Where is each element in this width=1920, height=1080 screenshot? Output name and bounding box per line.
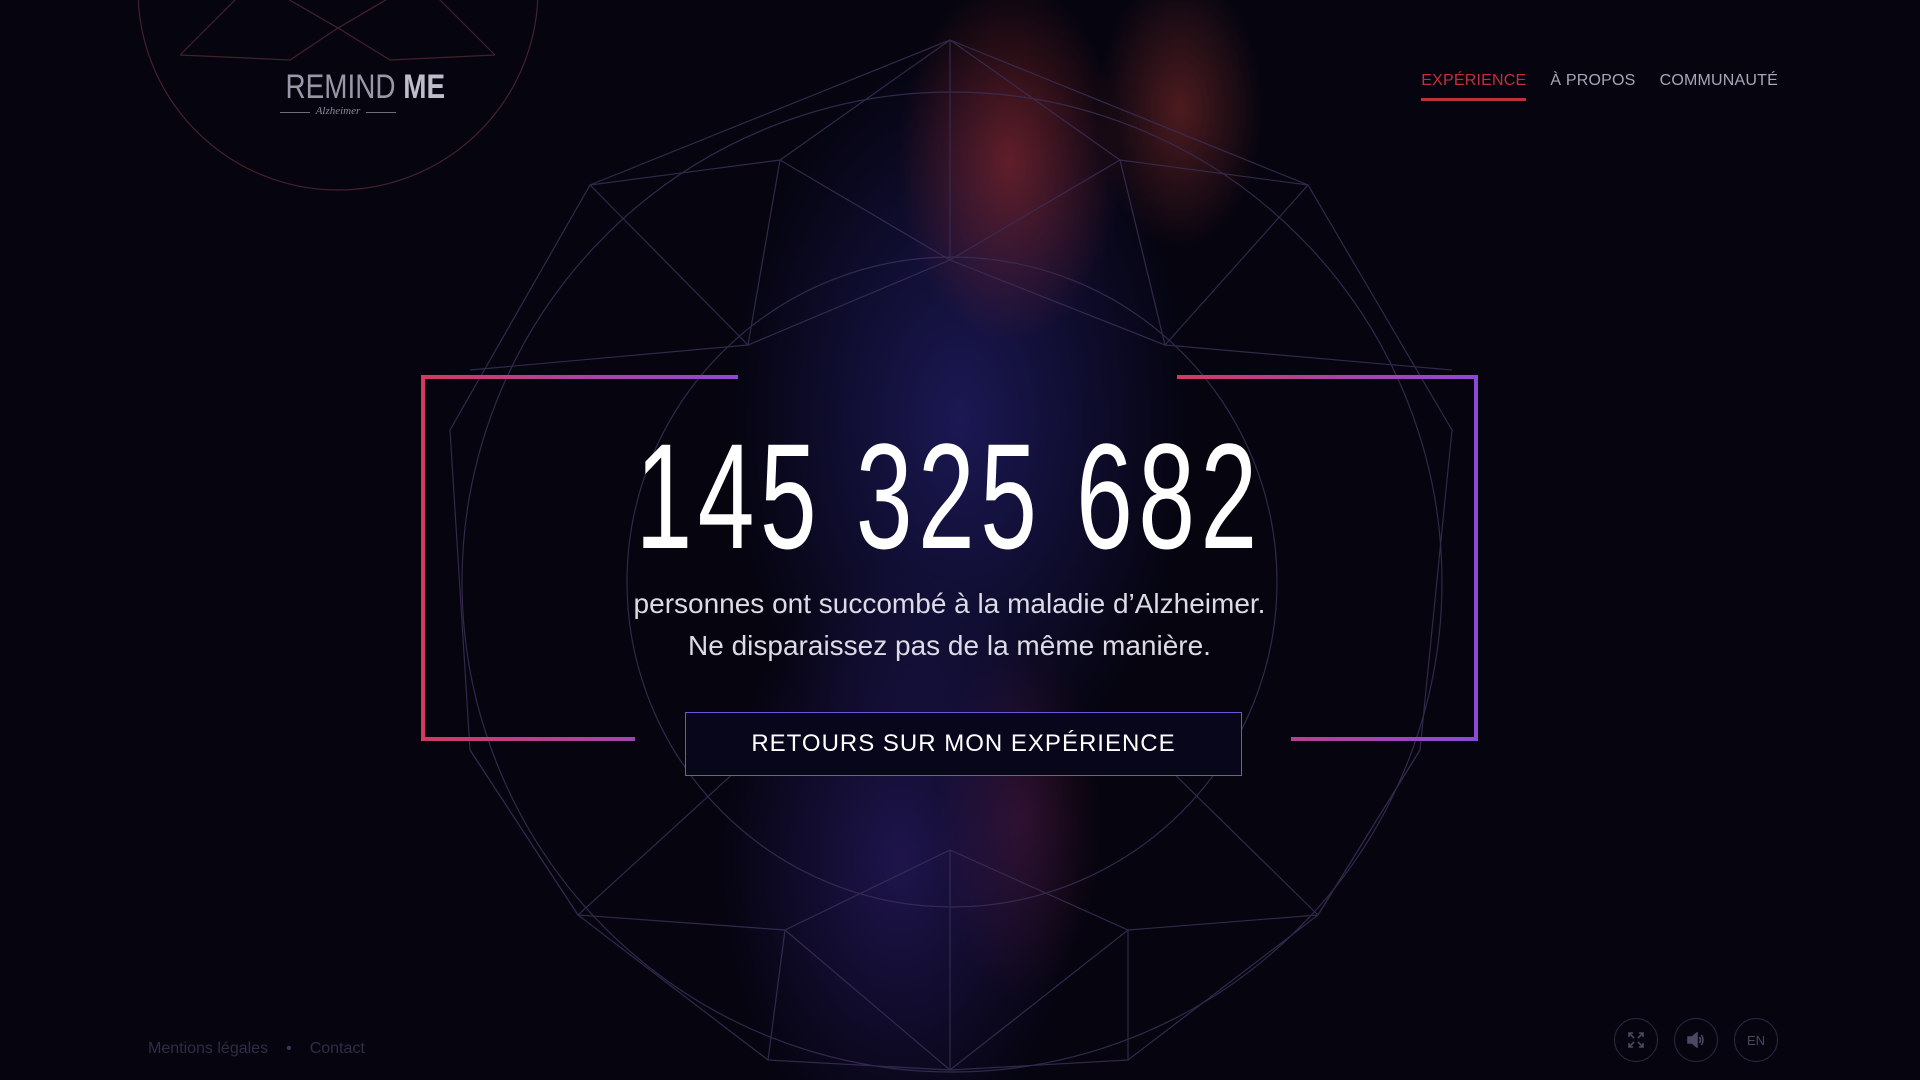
- footer-separator: •: [286, 1040, 292, 1057]
- fullscreen-button[interactable]: [1614, 1018, 1658, 1062]
- sound-button[interactable]: [1674, 1018, 1718, 1062]
- footer-links: Mentions légales • Contact: [148, 1040, 365, 1058]
- controls: EN: [1614, 1018, 1778, 1062]
- nav-item-experience[interactable]: EXPÉRIENCE: [1421, 72, 1527, 101]
- language-button[interactable]: EN: [1734, 1018, 1778, 1062]
- logo[interactable]: REMIND ME Alzheimer: [268, 68, 445, 117]
- death-count: 145 325 682: [635, 412, 1264, 580]
- hero-frame: 145 325 682 personnes ont succombé à la …: [421, 375, 1478, 741]
- experience-feedback-button[interactable]: RETOURS SUR MON EXPÉRIENCE: [685, 712, 1242, 776]
- hero-line-1: personnes ont succombé à la maladie d’Al…: [633, 588, 1266, 619]
- legal-link[interactable]: Mentions légales: [148, 1040, 268, 1058]
- fullscreen-icon: [1628, 1032, 1644, 1048]
- nav-item-communaute[interactable]: COMMUNAUTÉ: [1660, 72, 1778, 101]
- logo-wordmark: REMIND ME: [285, 68, 446, 106]
- speaker-icon: [1687, 1032, 1704, 1048]
- contact-link[interactable]: Contact: [310, 1040, 365, 1058]
- logo-subtitle: Alzheimer: [268, 105, 408, 117]
- nav-item-a-propos[interactable]: À PROPOS: [1550, 72, 1635, 101]
- main-nav: EXPÉRIENCE À PROPOS COMMUNAUTÉ: [1421, 72, 1778, 101]
- hero-message: personnes ont succombé à la maladie d’Al…: [421, 583, 1478, 667]
- hero-line-2: Ne disparaissez pas de la même manière.: [688, 630, 1211, 661]
